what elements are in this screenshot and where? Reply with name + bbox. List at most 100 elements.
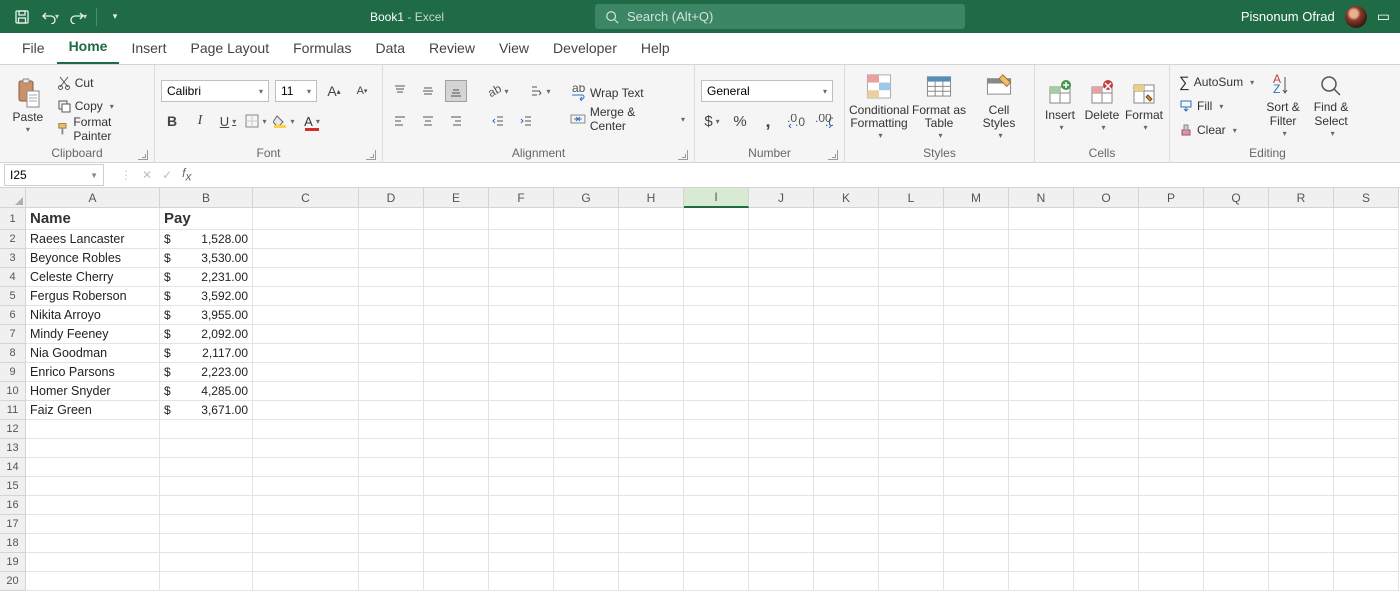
- italic-button[interactable]: I: [189, 110, 211, 132]
- cell[interactable]: [1334, 458, 1399, 477]
- cell[interactable]: [160, 477, 253, 496]
- cell[interactable]: [253, 420, 359, 439]
- cell[interactable]: [1204, 439, 1269, 458]
- find-select-button[interactable]: Find & Select: [1309, 71, 1353, 141]
- save-icon[interactable]: [12, 7, 32, 27]
- cell[interactable]: [1269, 208, 1334, 230]
- col-header-H[interactable]: H: [619, 188, 684, 208]
- cell[interactable]: [814, 325, 879, 344]
- cell[interactable]: [1334, 439, 1399, 458]
- cell[interactable]: [1074, 458, 1139, 477]
- cell[interactable]: [1334, 363, 1399, 382]
- cell[interactable]: [1204, 382, 1269, 401]
- cell[interactable]: [424, 268, 489, 287]
- cell[interactable]: [424, 325, 489, 344]
- cell[interactable]: [1139, 208, 1204, 230]
- tab-insert[interactable]: Insert: [119, 32, 178, 64]
- cell[interactable]: [1334, 553, 1399, 572]
- cell[interactable]: [1269, 420, 1334, 439]
- cell-pay[interactable]: $1,528.00: [160, 230, 253, 249]
- cell[interactable]: [160, 439, 253, 458]
- cell[interactable]: [554, 477, 619, 496]
- row-header[interactable]: 20: [0, 572, 26, 591]
- cell[interactable]: [944, 401, 1009, 420]
- cell[interactable]: [1334, 208, 1399, 230]
- cell[interactable]: [684, 477, 749, 496]
- cell[interactable]: [684, 439, 749, 458]
- cell[interactable]: [684, 496, 749, 515]
- cell[interactable]: [1139, 363, 1204, 382]
- cell[interactable]: [749, 230, 814, 249]
- cell[interactable]: [944, 553, 1009, 572]
- cell[interactable]: [1139, 230, 1204, 249]
- bold-button[interactable]: B: [161, 110, 183, 132]
- cell[interactable]: [749, 553, 814, 572]
- avatar[interactable]: [1345, 6, 1367, 28]
- cell[interactable]: [619, 268, 684, 287]
- cell[interactable]: [1139, 477, 1204, 496]
- cell[interactable]: [1269, 477, 1334, 496]
- cell[interactable]: [749, 208, 814, 230]
- cell-pay[interactable]: $3,671.00: [160, 401, 253, 420]
- cell[interactable]: [944, 230, 1009, 249]
- font-name-select[interactable]: Calibri▾: [161, 80, 269, 102]
- cell[interactable]: Pay: [160, 208, 253, 230]
- cell[interactable]: [1269, 287, 1334, 306]
- clear-button[interactable]: Clear: [1176, 119, 1257, 141]
- cell[interactable]: [1009, 268, 1074, 287]
- cell[interactable]: [26, 458, 160, 477]
- cell[interactable]: [1074, 515, 1139, 534]
- cell-pay[interactable]: $3,955.00: [160, 306, 253, 325]
- col-header-O[interactable]: O: [1074, 188, 1139, 208]
- cell[interactable]: [749, 401, 814, 420]
- formula-input[interactable]: [197, 164, 1400, 186]
- cell[interactable]: [359, 420, 424, 439]
- cell-name[interactable]: Celeste Cherry: [26, 268, 160, 287]
- align-middle-icon[interactable]: [417, 80, 439, 102]
- cell-pay[interactable]: $2,231.00: [160, 268, 253, 287]
- cell[interactable]: [1074, 572, 1139, 591]
- cell[interactable]: [1074, 363, 1139, 382]
- cell[interactable]: [554, 325, 619, 344]
- cell[interactable]: [749, 325, 814, 344]
- cell[interactable]: [424, 382, 489, 401]
- fill-color-button[interactable]: [273, 110, 295, 132]
- borders-button[interactable]: [245, 110, 267, 132]
- cell[interactable]: [1139, 534, 1204, 553]
- cell[interactable]: [814, 572, 879, 591]
- cell[interactable]: [944, 287, 1009, 306]
- cell[interactable]: [1139, 287, 1204, 306]
- row-header[interactable]: 7: [0, 325, 26, 344]
- merge-center-button[interactable]: Merge & Center: [567, 108, 688, 130]
- cell[interactable]: [619, 496, 684, 515]
- cell[interactable]: [424, 515, 489, 534]
- cell[interactable]: [160, 458, 253, 477]
- cell[interactable]: [814, 553, 879, 572]
- cell[interactable]: [619, 287, 684, 306]
- cell[interactable]: [1139, 515, 1204, 534]
- cell[interactable]: [1074, 325, 1139, 344]
- row-header[interactable]: 3: [0, 249, 26, 268]
- cell[interactable]: [489, 515, 554, 534]
- cell[interactable]: [1009, 534, 1074, 553]
- cell[interactable]: [879, 553, 944, 572]
- cell[interactable]: [879, 534, 944, 553]
- cell[interactable]: [359, 515, 424, 534]
- cell[interactable]: [489, 325, 554, 344]
- cell[interactable]: [253, 344, 359, 363]
- cell[interactable]: [1334, 344, 1399, 363]
- cell[interactable]: [489, 401, 554, 420]
- cell[interactable]: [1334, 382, 1399, 401]
- cell[interactable]: [1009, 553, 1074, 572]
- cell[interactable]: [1204, 420, 1269, 439]
- cell[interactable]: [684, 325, 749, 344]
- increase-indent-icon[interactable]: [515, 110, 537, 132]
- cell[interactable]: [253, 496, 359, 515]
- dialog-launcher-icon[interactable]: [366, 150, 376, 160]
- cell[interactable]: [1074, 230, 1139, 249]
- cell[interactable]: [749, 534, 814, 553]
- tab-data[interactable]: Data: [363, 32, 417, 64]
- cell-name[interactable]: Nikita Arroyo: [26, 306, 160, 325]
- cell[interactable]: [684, 208, 749, 230]
- col-header-A[interactable]: A: [26, 188, 160, 208]
